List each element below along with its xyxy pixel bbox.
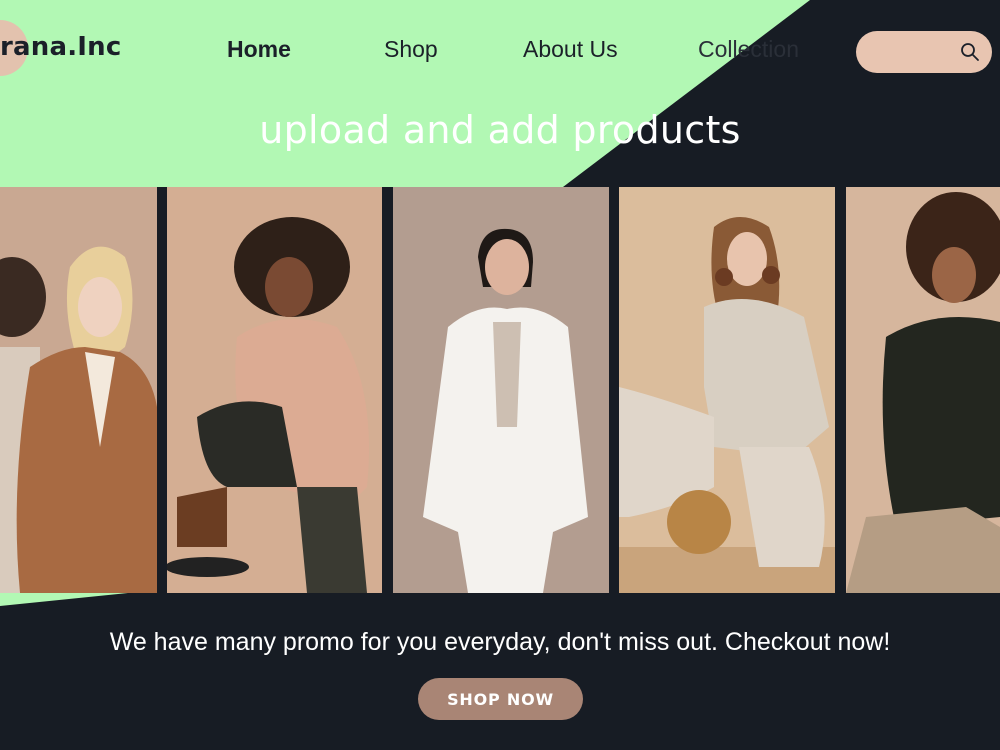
- search-icon[interactable]: [960, 42, 980, 62]
- product-photo-5[interactable]: [846, 187, 1000, 593]
- nav-item-home[interactable]: Home: [227, 36, 291, 63]
- search-input[interactable]: [870, 39, 960, 65]
- product-photo-2[interactable]: [167, 187, 382, 593]
- product-photo-1[interactable]: [0, 187, 157, 593]
- search-box[interactable]: [856, 31, 992, 73]
- product-photo-4[interactable]: [619, 187, 835, 593]
- hero-headline: upload and add products: [259, 108, 741, 152]
- product-photo-3[interactable]: [393, 187, 609, 593]
- shop-now-button[interactable]: SHOP NOW: [418, 678, 583, 720]
- promo-text: We have many promo for you everyday, don…: [109, 628, 891, 656]
- product-gallery: [0, 187, 1000, 593]
- nav-item-collection[interactable]: Collection: [698, 36, 799, 63]
- nav-item-about-us[interactable]: About Us: [523, 36, 618, 63]
- main-nav: Home Shop About Us Collection: [0, 36, 1000, 68]
- nav-item-shop[interactable]: Shop: [384, 36, 438, 63]
